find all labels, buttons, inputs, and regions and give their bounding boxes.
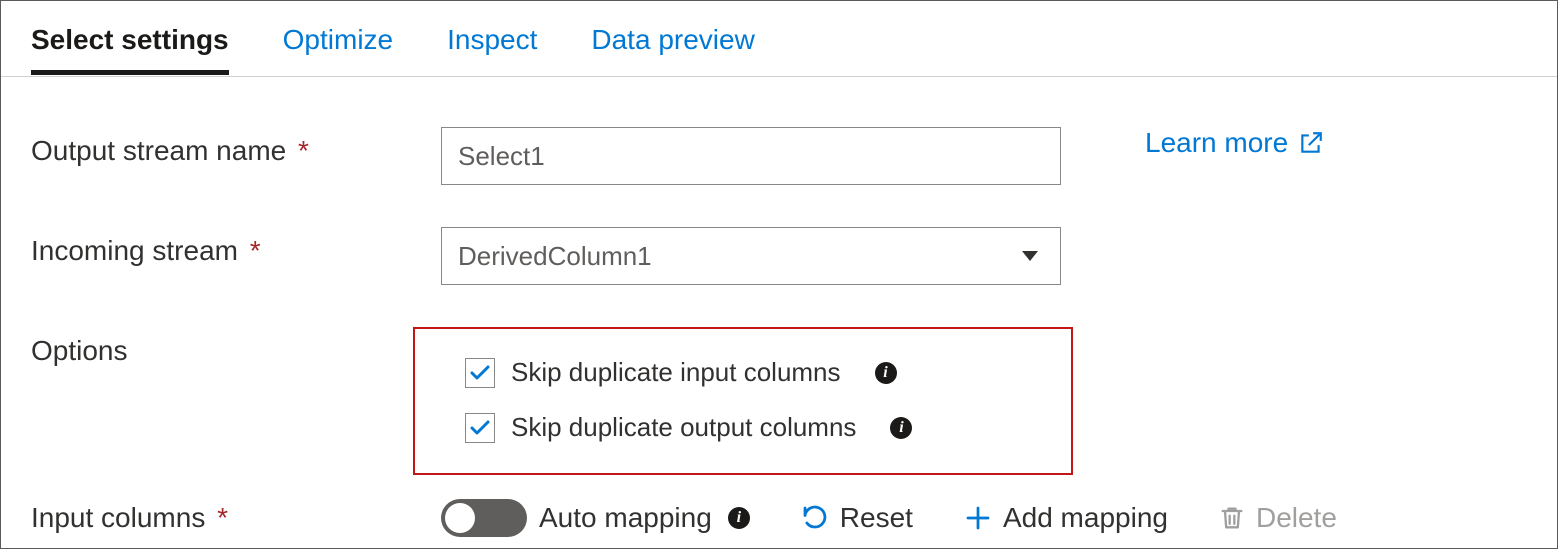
plus-icon: [963, 503, 993, 533]
tab-optimize[interactable]: Optimize: [283, 4, 393, 74]
form-body: Output stream name * Select1 Learn more: [1, 77, 1557, 537]
delete-button[interactable]: Delete: [1218, 502, 1337, 534]
reset-label: Reset: [840, 502, 913, 534]
learn-more-link[interactable]: Learn more: [1145, 127, 1324, 159]
open-external-icon: [1298, 130, 1324, 156]
tab-select-settings[interactable]: Select settings: [31, 4, 229, 74]
label-options: Options: [31, 327, 441, 367]
field-options-wrap: Skip duplicate input columns i Skip dupl…: [413, 327, 1527, 475]
info-icon[interactable]: i: [728, 507, 750, 529]
label-output-stream: Output stream name *: [31, 127, 441, 167]
required-asterisk: *: [250, 235, 261, 266]
option-skip-input-row: Skip duplicate input columns i: [465, 345, 1021, 400]
delete-label: Delete: [1256, 502, 1337, 534]
add-mapping-label: Add mapping: [1003, 502, 1168, 534]
option-skip-output-label: Skip duplicate output columns: [511, 412, 856, 443]
output-stream-value: Select1: [458, 141, 545, 172]
field-incoming-stream-wrap: DerivedColumn1: [441, 227, 1527, 285]
toggle-knob: [445, 503, 475, 533]
info-icon[interactable]: i: [875, 362, 897, 384]
row-output-stream: Output stream name * Select1 Learn more: [31, 127, 1527, 185]
label-input-columns-text: Input columns: [31, 502, 205, 533]
chevron-down-icon: [1022, 251, 1038, 261]
input-columns-controls: Auto mapping i Reset: [441, 499, 1337, 537]
add-mapping-button[interactable]: Add mapping: [963, 502, 1168, 534]
reset-button[interactable]: Reset: [800, 502, 913, 534]
row-options: Options Skip duplicate input columns i: [31, 327, 1527, 475]
label-input-columns: Input columns *: [31, 502, 441, 534]
row-incoming-stream: Incoming stream * DerivedColumn1: [31, 227, 1527, 285]
option-skip-input-label: Skip duplicate input columns: [511, 357, 841, 388]
incoming-stream-select[interactable]: DerivedColumn1: [441, 227, 1061, 285]
required-asterisk: *: [298, 135, 309, 166]
label-options-text: Options: [31, 335, 128, 366]
checkbox-skip-input[interactable]: [465, 358, 495, 388]
info-icon[interactable]: i: [890, 417, 912, 439]
trash-icon: [1218, 504, 1246, 532]
label-incoming-stream-text: Incoming stream: [31, 235, 238, 266]
options-highlight-box: Skip duplicate input columns i Skip dupl…: [413, 327, 1073, 475]
auto-mapping-label: Auto mapping: [539, 502, 712, 534]
label-incoming-stream: Incoming stream *: [31, 227, 441, 267]
tab-data-preview[interactable]: Data preview: [591, 4, 754, 74]
reset-icon: [800, 503, 830, 533]
required-asterisk: *: [217, 502, 228, 533]
field-output-stream-wrap: Select1 Learn more: [441, 127, 1527, 185]
checkbox-skip-output[interactable]: [465, 413, 495, 443]
auto-mapping-group: Auto mapping i: [441, 499, 750, 537]
label-output-stream-text: Output stream name: [31, 135, 286, 166]
incoming-stream-value: DerivedColumn1: [458, 241, 652, 272]
tab-inspect[interactable]: Inspect: [447, 4, 537, 74]
option-skip-output-row: Skip duplicate output columns i: [465, 400, 1021, 455]
learn-more-text: Learn more: [1145, 127, 1288, 159]
auto-mapping-toggle[interactable]: [441, 499, 527, 537]
output-stream-input[interactable]: Select1: [441, 127, 1061, 185]
settings-panel: Select settings Optimize Inspect Data pr…: [0, 0, 1558, 549]
tabs: Select settings Optimize Inspect Data pr…: [1, 1, 1557, 77]
row-input-columns: Input columns * Auto mapping i: [31, 499, 1527, 537]
